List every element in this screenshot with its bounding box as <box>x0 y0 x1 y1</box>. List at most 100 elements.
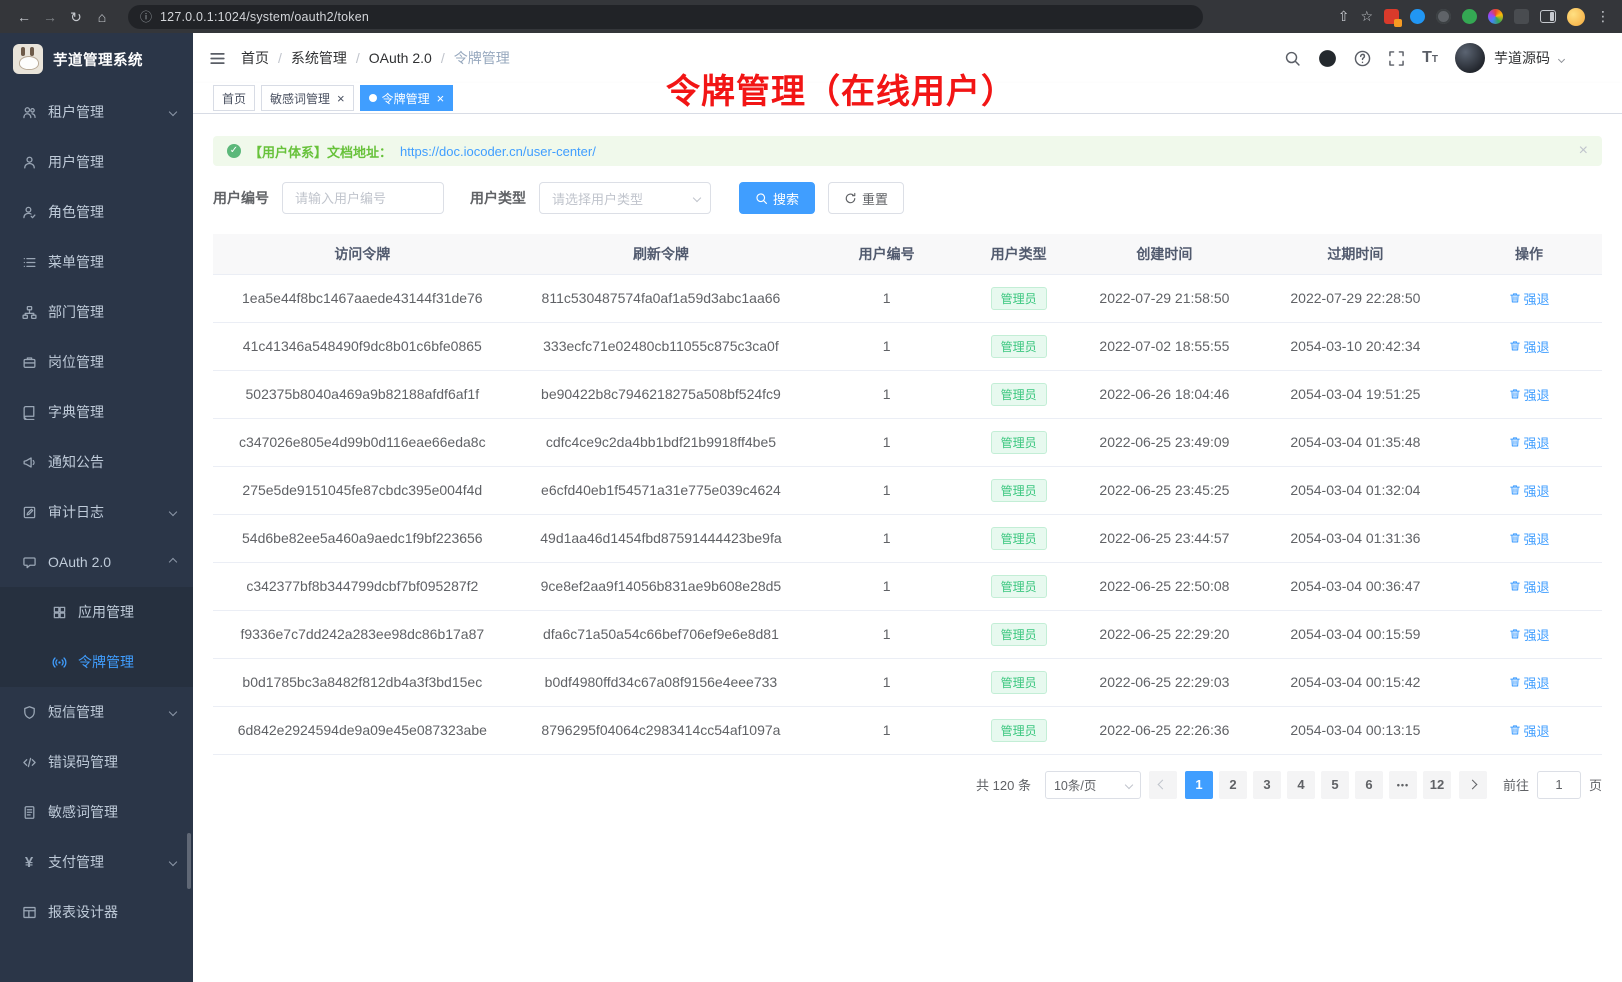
sidebar-item-user[interactable]: 用户管理 <box>0 137 193 187</box>
force-logout-button[interactable]: 强退 <box>1509 433 1550 452</box>
sidebar-item-notice[interactable]: 通知公告 <box>0 437 193 487</box>
side-panel-icon[interactable] <box>1540 10 1556 23</box>
page-button-5[interactable]: 5 <box>1321 771 1349 799</box>
sidebar-item-sensitive-word[interactable]: 敏感词管理 <box>0 787 193 837</box>
sidebar-item-label: 用户管理 <box>48 152 176 172</box>
tab-home[interactable]: 首页 <box>213 85 255 111</box>
breadcrumb-item[interactable]: OAuth 2.0 <box>369 50 432 66</box>
user-id-input[interactable] <box>282 182 444 214</box>
force-logout-button[interactable]: 强退 <box>1509 481 1550 500</box>
user-avatar[interactable] <box>1455 43 1485 73</box>
tab-close-icon[interactable]: × <box>337 92 345 105</box>
logo-rabbit-icon <box>13 44 43 74</box>
sidebar-item-sms[interactable]: 短信管理 <box>0 687 193 737</box>
breadcrumb-item[interactable]: 系统管理 <box>291 48 347 68</box>
top-navbar: 首页/系统管理/OAuth 2.0/令牌管理 TT 芋道源码 <box>193 33 1622 83</box>
reset-button[interactable]: 重置 <box>828 182 904 214</box>
next-page-button[interactable] <box>1459 771 1487 799</box>
force-logout-label: 强退 <box>1524 673 1550 692</box>
sidebar-item-oauth2[interactable]: OAuth 2.0 <box>0 537 193 587</box>
address-bar[interactable]: ⓘ 127.0.0.1:1024/system/oauth2/token <box>128 5 1203 29</box>
force-logout-label: 强退 <box>1524 577 1550 596</box>
page-button-2[interactable]: 2 <box>1219 771 1247 799</box>
extension-rainbow-icon[interactable] <box>1488 9 1503 24</box>
back-icon[interactable]: ← <box>12 5 36 29</box>
sidebar-scrollbar[interactable] <box>187 833 191 889</box>
cell-expire-time: 2054-03-04 01:32:04 <box>1255 466 1456 514</box>
page-button-1[interactable]: 1 <box>1185 771 1213 799</box>
browser-right-icons: ⇧ ☆ ⋮ <box>1338 8 1610 26</box>
profile-avatar-icon[interactable] <box>1567 8 1585 26</box>
prev-page-button[interactable] <box>1149 771 1177 799</box>
chevron-down-icon <box>693 194 701 202</box>
pager-ellipsis[interactable]: ••• <box>1389 771 1417 799</box>
sidebar-item-dept[interactable]: 部门管理 <box>0 287 193 337</box>
share-icon[interactable]: ⇧ <box>1338 8 1350 25</box>
sidebar-item-oauth2-token[interactable]: 令牌管理 <box>0 637 193 687</box>
bookmark-star-icon[interactable]: ☆ <box>1360 8 1373 25</box>
force-logout-button[interactable]: 强退 <box>1509 721 1550 740</box>
extension-blue-icon[interactable] <box>1410 9 1425 24</box>
user-type-badge: 管理员 <box>991 575 1047 598</box>
sidebar-item-label: OAuth 2.0 <box>48 554 170 570</box>
breadcrumb-item[interactable]: 首页 <box>241 48 269 68</box>
user-dropdown-caret-icon[interactable] <box>1558 56 1565 63</box>
home-icon[interactable]: ⌂ <box>90 5 114 29</box>
search-icon[interactable] <box>1284 50 1301 67</box>
alert-text: 【用户体系】文档地址： <box>249 142 392 161</box>
sidebar-item-dict[interactable]: 字典管理 <box>0 387 193 437</box>
force-logout-button[interactable]: 强退 <box>1509 577 1550 596</box>
sidebar-item-post[interactable]: 岗位管理 <box>0 337 193 387</box>
forward-icon[interactable]: → <box>38 5 62 29</box>
sidebar-item-error-code[interactable]: 错误码管理 <box>0 737 193 787</box>
tab-sensitive-word[interactable]: 敏感词管理× <box>261 85 354 111</box>
table-header-row: 访问令牌刷新令牌用户编号用户类型创建时间过期时间操作 <box>213 234 1602 274</box>
sidebar-item-report-designer[interactable]: 报表设计器 <box>0 887 193 937</box>
alert-link[interactable]: https://doc.iocoder.cn/user-center/ <box>400 144 596 159</box>
fullscreen-icon[interactable] <box>1388 50 1405 67</box>
help-icon[interactable] <box>1354 50 1371 67</box>
font-size-icon[interactable]: TT <box>1422 50 1438 66</box>
force-logout-label: 强退 <box>1524 721 1550 740</box>
sidebar-item-menu[interactable]: 菜单管理 <box>0 237 193 287</box>
username[interactable]: 芋道源码 <box>1494 48 1550 68</box>
extension-green-icon[interactable] <box>1462 9 1477 24</box>
goto-page-input[interactable] <box>1537 771 1581 799</box>
page-button-12[interactable]: 12 <box>1423 771 1451 799</box>
page-size-select[interactable]: 10条/页 <box>1045 771 1141 799</box>
extension-dark-icon[interactable] <box>1436 9 1451 24</box>
refresh-icon <box>844 192 857 205</box>
page-button-4[interactable]: 4 <box>1287 771 1315 799</box>
force-logout-button[interactable]: 强退 <box>1509 625 1550 644</box>
sidebar-item-role[interactable]: 角色管理 <box>0 187 193 237</box>
tab-close-icon[interactable]: × <box>437 92 445 105</box>
alert-close-icon[interactable]: × <box>1579 143 1588 159</box>
page-button-3[interactable]: 3 <box>1253 771 1281 799</box>
cell-action: 强退 <box>1456 466 1602 514</box>
user-type-select[interactable]: 请选择用户类型 <box>539 182 711 214</box>
app-logo[interactable]: 芋道管理系统 <box>0 33 193 85</box>
delete-icon <box>1509 532 1521 544</box>
page-button-6[interactable]: 6 <box>1355 771 1383 799</box>
menu-dots-icon[interactable]: ⋮ <box>1596 8 1610 25</box>
force-logout-button[interactable]: 强退 <box>1509 529 1550 548</box>
extension-gray-icon[interactable] <box>1514 9 1529 24</box>
force-logout-button[interactable]: 强退 <box>1509 289 1550 308</box>
github-icon[interactable] <box>1318 49 1337 68</box>
sidebar-item-audit-log[interactable]: 审计日志 <box>0 487 193 537</box>
search-button[interactable]: 搜索 <box>739 182 815 214</box>
sidebar-item-pay[interactable]: ¥支付管理 <box>0 837 193 887</box>
reload-icon[interactable]: ↻ <box>64 5 88 29</box>
force-logout-button[interactable]: 强退 <box>1509 673 1550 692</box>
tab-oauth2-token[interactable]: 令牌管理× <box>360 85 454 111</box>
chevron-down-icon <box>169 508 177 516</box>
sidebar-item-oauth2-application[interactable]: 应用管理 <box>0 587 193 637</box>
delete-icon <box>1509 676 1521 688</box>
force-logout-button[interactable]: 强退 <box>1509 385 1550 404</box>
force-logout-label: 强退 <box>1524 529 1550 548</box>
collapse-menu-icon[interactable] <box>209 50 226 67</box>
extension-red-icon[interactable] <box>1384 9 1399 24</box>
force-logout-button[interactable]: 强退 <box>1509 337 1550 356</box>
info-icon[interactable]: ⓘ <box>140 8 152 25</box>
sidebar-item-tenant[interactable]: 租户管理 <box>0 87 193 137</box>
